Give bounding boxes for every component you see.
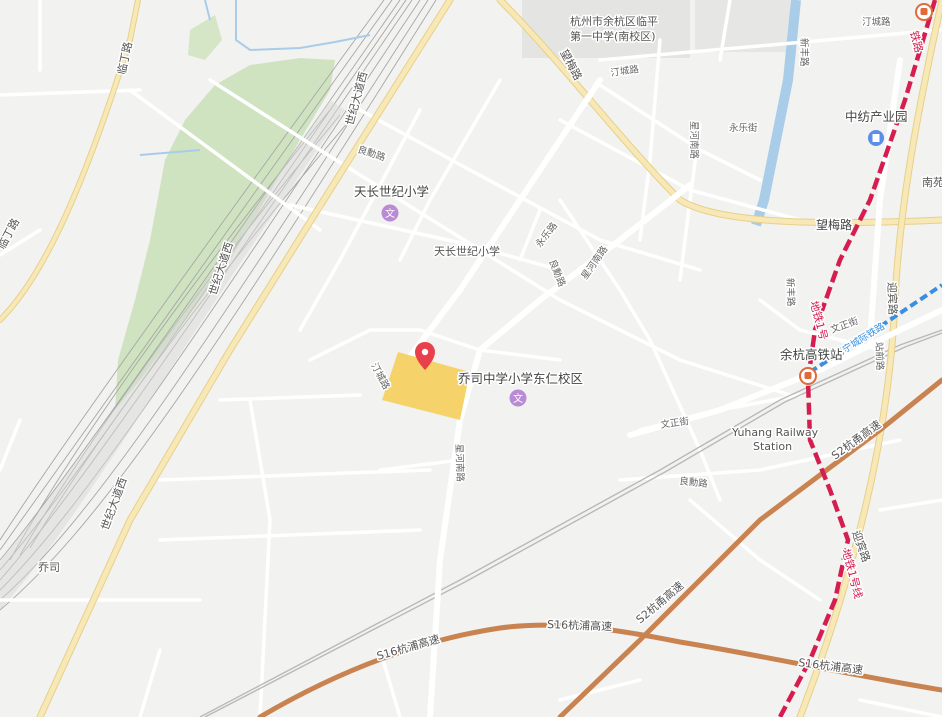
place-label: Station <box>753 440 792 453</box>
road-label: 新丰路 <box>784 278 797 307</box>
place-label: Yuhang Railway <box>731 426 819 439</box>
road-label: 汀城路 <box>862 16 891 28</box>
svg-text:文: 文 <box>385 207 395 220</box>
road-label: 良勳路 <box>679 475 709 490</box>
road-label: 地铁1号 <box>807 299 830 341</box>
road-label: 良勳路 <box>356 143 387 163</box>
place-label: 乔司中学小学东仁校区 <box>458 371 583 386</box>
road-label: 文正街 <box>660 415 690 431</box>
road-label: 文正街 <box>829 315 860 336</box>
road-label: 新丰路 <box>798 38 810 67</box>
road-label: 汀城路 <box>368 361 392 392</box>
map-svg: 文 文 世纪大道西 世纪大道西 世纪大道西 临丁路 临丁路 望梅路 望梅路 汀城… <box>0 0 942 717</box>
green-area <box>115 15 335 410</box>
road-label: 良勳路 <box>546 258 568 289</box>
road-label: S16杭浦高速 <box>547 617 612 633</box>
train-station-icon[interactable] <box>915 3 933 21</box>
road-label: 永乐路 <box>533 220 560 250</box>
map-canvas[interactable]: 文 文 世纪大道西 世纪大道西 世纪大道西 临丁路 临丁路 望梅路 望梅路 汀城… <box>0 0 942 717</box>
place-label: 第一中学(南校区) <box>570 29 656 43</box>
road-label: S16杭浦高速 <box>798 655 864 677</box>
place-label: 天长世纪小学 <box>434 244 500 258</box>
school-icon[interactable]: 文 <box>381 204 399 222</box>
road-label: 迎宾路 <box>885 282 900 315</box>
road-label: 站前路 <box>873 342 886 371</box>
place-label: 乔司 <box>38 561 60 574</box>
road-label: 汀城路 <box>610 63 640 79</box>
place-label: 中纺产业园 <box>845 109 908 124</box>
train-station-icon[interactable] <box>799 367 817 385</box>
building-icon[interactable] <box>868 130 884 146</box>
road-label: 望梅路 <box>816 217 852 232</box>
svg-text:文: 文 <box>513 392 523 405</box>
road-label: 临丁路 <box>114 40 135 75</box>
school-icon[interactable]: 文 <box>509 389 527 407</box>
road-label: 永乐街 <box>729 122 758 134</box>
road-label: 世纪大道西 <box>342 70 370 127</box>
place-label: 天长世纪小学 <box>354 184 429 199</box>
road-label: 星河南路 <box>453 444 466 483</box>
place-label: 余杭高铁站 <box>780 347 843 362</box>
place-label: 杭州市余杭区临平 <box>570 14 658 28</box>
road-label: 星河南路 <box>688 121 700 160</box>
place-label: 南苑 <box>922 176 942 189</box>
